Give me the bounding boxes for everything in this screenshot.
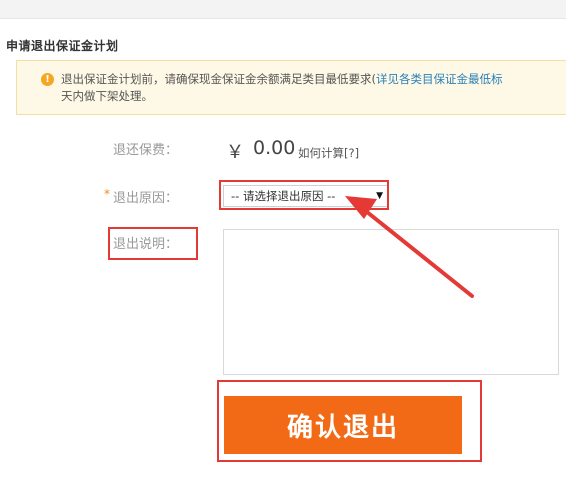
annotation-arrow-icon	[345, 196, 474, 298]
